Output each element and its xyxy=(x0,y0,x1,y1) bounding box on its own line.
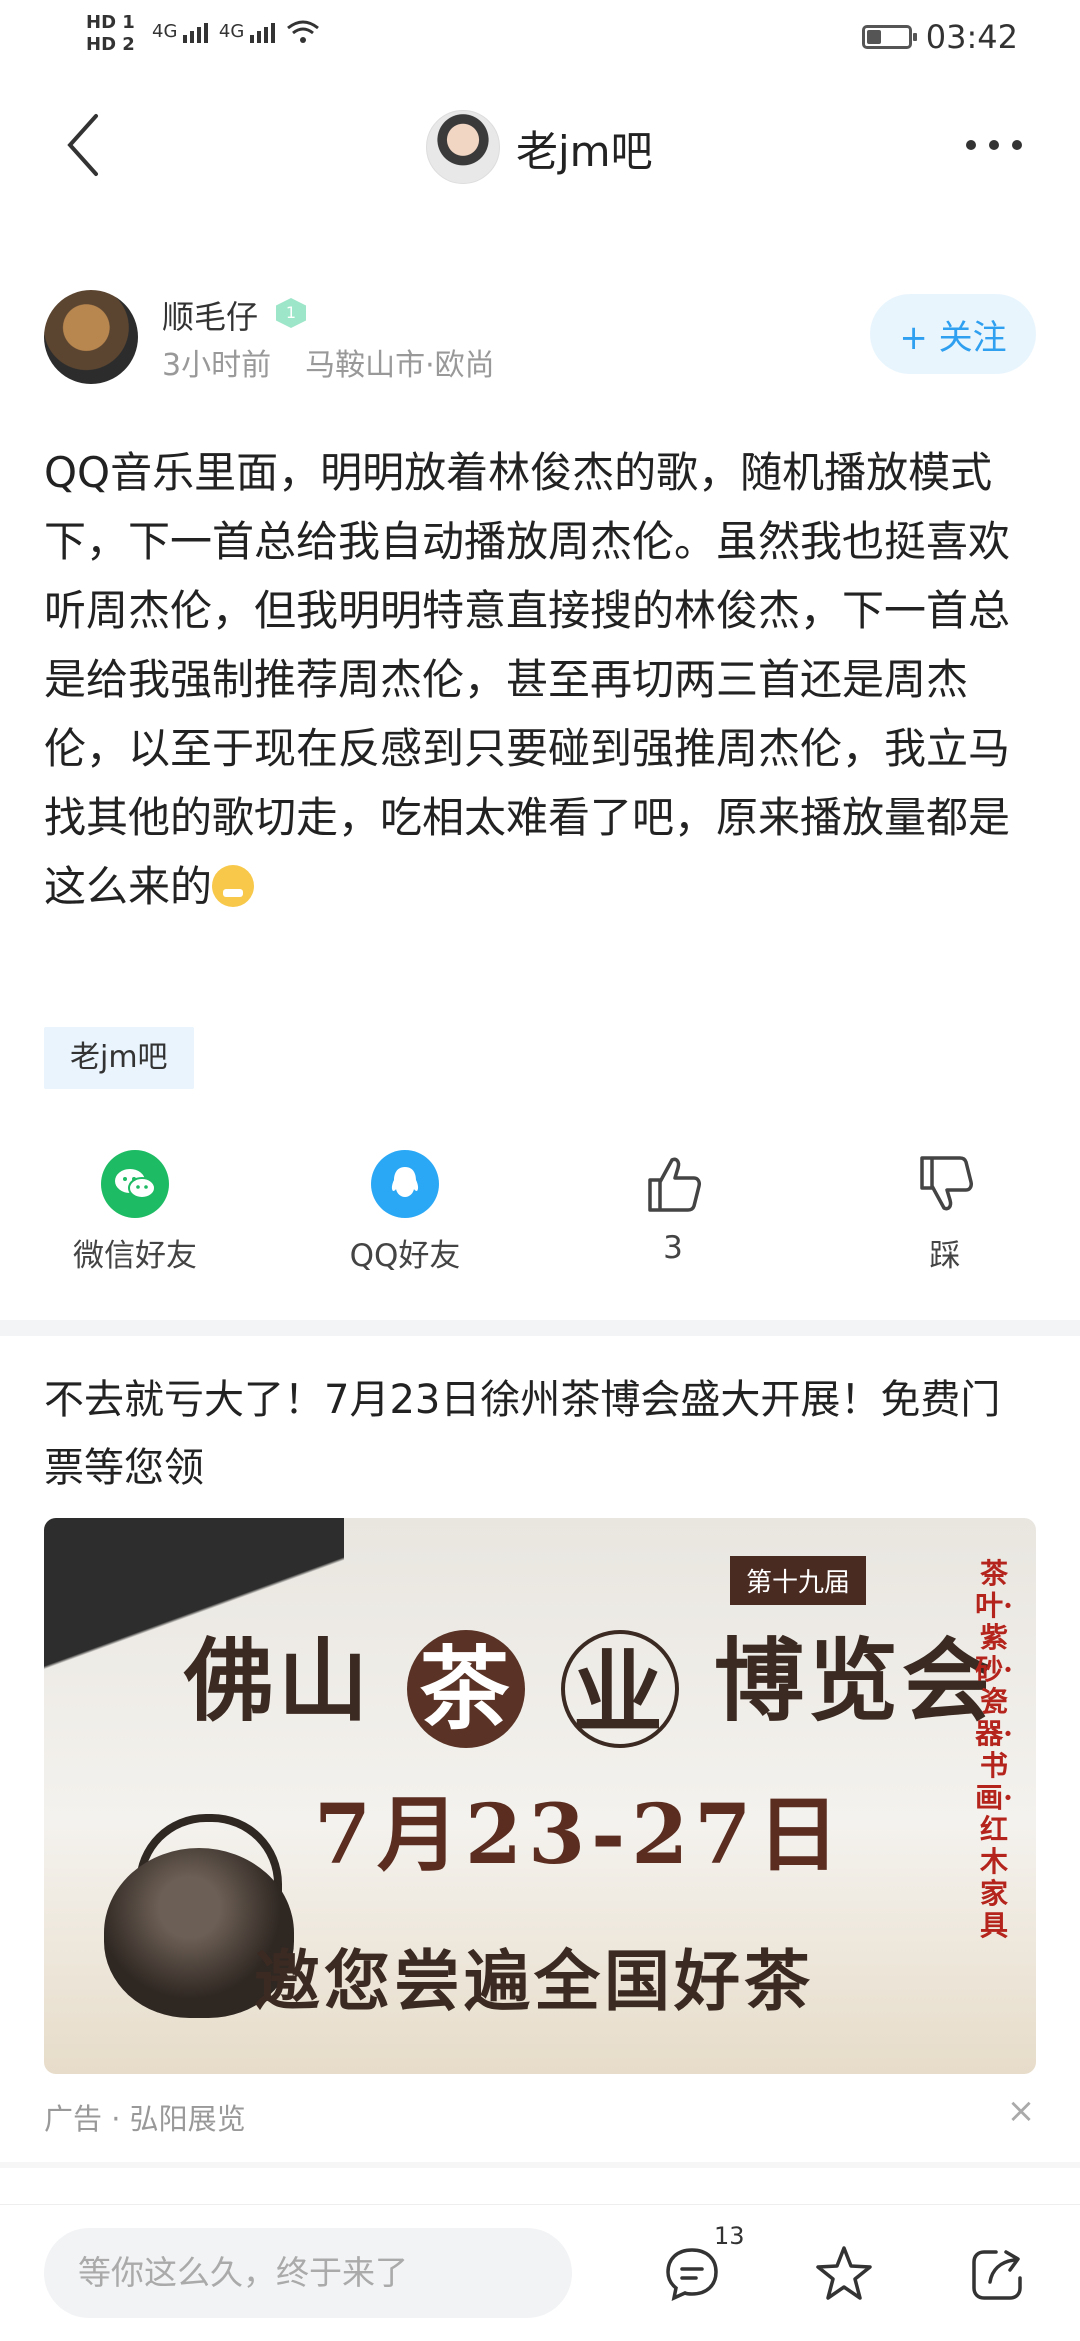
star-icon[interactable] xyxy=(812,2242,876,2306)
like-count: 3 xyxy=(663,1230,683,1266)
signal-icons: 4G 4G xyxy=(152,20,320,44)
author-name[interactable]: 顺毛仔 xyxy=(162,292,258,338)
sim-indicators: HD 1 HD 2 xyxy=(86,12,135,56)
signal-bars-icon xyxy=(183,23,209,43)
wechat-icon xyxy=(101,1150,169,1218)
ad-char-shan: 山 xyxy=(278,1628,372,1734)
share-wechat-label: 微信好友 xyxy=(73,1238,197,1274)
status-right: 03:42 xyxy=(861,18,1018,56)
section-divider xyxy=(0,2162,1080,2168)
wifi-icon xyxy=(286,20,319,43)
ad-char-cha: 茶 xyxy=(407,1629,526,1748)
clock: 03:42 xyxy=(925,18,1018,56)
thumbs-down-icon xyxy=(911,1150,979,1218)
network-type-1: 4G xyxy=(152,21,178,42)
ad-main-heading: 佛山 茶 业 博览会 xyxy=(184,1608,996,1748)
signal-bars-icon xyxy=(250,23,276,43)
post-location: 马鞍山市·欧尚 xyxy=(305,348,495,383)
share-wechat-button[interactable]: 微信好友 xyxy=(50,1150,220,1275)
level-badge-icon: 1 xyxy=(276,298,306,328)
share-qq-button[interactable]: QQ好友 xyxy=(320,1150,490,1275)
battery-icon xyxy=(861,25,917,49)
qq-icon xyxy=(371,1150,439,1218)
comment-input[interactable]: 等你这么久，终于来了 xyxy=(44,2228,572,2318)
post-meta: 3小时前 马鞍山市·欧尚 xyxy=(162,340,495,384)
section-divider xyxy=(0,1320,1080,1336)
thumbs-up-icon xyxy=(639,1150,707,1218)
comment-icon[interactable] xyxy=(660,2242,724,2306)
ad-side-text: 茶叶·紫砂·瓷器·书画·红木家具 xyxy=(975,1557,1013,1942)
back-arrow-icon[interactable] xyxy=(62,110,102,180)
post-time: 3小时前 xyxy=(162,348,272,383)
ad-title[interactable]: 不去就亏大了！7月23日徐州茶博会盛大开展！免费门票等您领 xyxy=(44,1366,1034,1502)
ad-source: 广告 · 弘阳展览 xyxy=(44,2102,246,2136)
share-qq-label: QQ好友 xyxy=(349,1238,461,1274)
forum-title[interactable]: 老jm吧 xyxy=(516,118,653,179)
dislike-label: 踩 xyxy=(929,1238,961,1274)
comment-count: 13 xyxy=(714,2222,745,2250)
ad-char-fo: 佛 xyxy=(184,1628,278,1734)
status-bar: HD 1 HD 2 4G 4G 03:42 xyxy=(0,0,1080,80)
laughing-emoji-icon xyxy=(212,864,255,907)
post-text: QQ音乐里面，明明放着林俊杰的歌，随机播放模式下，下一首总给我自动播放周杰伦。虽… xyxy=(44,448,1011,911)
close-icon[interactable]: × xyxy=(1006,2094,1036,2128)
ad-slogan: 邀您尝遍全国好茶 xyxy=(254,1942,814,2020)
ad-issue-label: 第十九届 xyxy=(730,1556,867,1605)
follow-button[interactable]: + 关注 xyxy=(870,294,1036,374)
ad-expo-text: 博览会 xyxy=(714,1628,997,1734)
post-content: QQ音乐里面，明明放着林俊杰的歌，随机播放模式下，下一首总给我自动播放周杰伦。虽… xyxy=(44,438,1024,921)
more-icon[interactable] xyxy=(966,140,1022,154)
forum-tag[interactable]: 老jm吧 xyxy=(44,1027,194,1089)
ad-banner-image[interactable]: 第十九届 佛山 茶 业 博览会 7月23-27日 邀您尝遍全国好茶 茶叶·紫砂·… xyxy=(44,1518,1036,2074)
sim1-label: HD 1 xyxy=(86,12,135,33)
ad-char-ye: 业 xyxy=(560,1629,679,1748)
share-icon[interactable] xyxy=(966,2242,1030,2306)
author-avatar[interactable] xyxy=(44,290,138,384)
like-button[interactable]: 3 xyxy=(588,1150,758,1266)
dislike-button[interactable]: 踩 xyxy=(860,1150,1030,1275)
sim2-label: HD 2 xyxy=(86,34,135,55)
ad-dates: 7月23-27日 xyxy=(314,1787,846,1883)
forum-avatar[interactable] xyxy=(426,110,500,184)
network-type-2: 4G xyxy=(218,21,245,42)
